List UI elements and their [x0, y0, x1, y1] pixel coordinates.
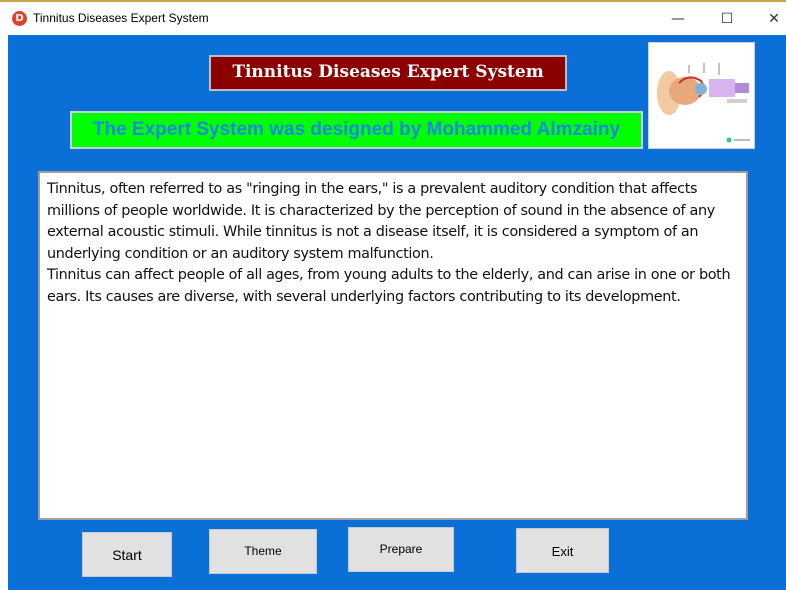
exit-button[interactable]: Exit — [516, 528, 609, 573]
minimize-icon[interactable]: — — [656, 4, 700, 34]
ear-anatomy-image — [648, 42, 755, 149]
main-panel: Tinnitus Diseases Expert System The Expe… — [8, 35, 786, 590]
app-banner-title: Tinnitus Diseases Expert System — [209, 55, 567, 91]
description-text-area[interactable]: Tinnitus, often referred to as "ringing … — [38, 171, 748, 520]
app-d-icon: D — [12, 11, 27, 26]
close-icon[interactable]: ✕ — [752, 4, 786, 34]
designer-credit: The Expert System was designed by Mohamm… — [70, 111, 643, 149]
window-title: Tinnitus Diseases Expert System — [33, 11, 209, 25]
start-button[interactable]: Start — [82, 532, 172, 577]
prepare-button[interactable]: Prepare — [348, 527, 454, 572]
maximize-icon[interactable]: ☐ — [705, 4, 749, 34]
theme-button[interactable]: Theme — [209, 529, 317, 574]
title-bar[interactable]: D Tinnitus Diseases Expert System — ☐ ✕ — [0, 2, 786, 35]
